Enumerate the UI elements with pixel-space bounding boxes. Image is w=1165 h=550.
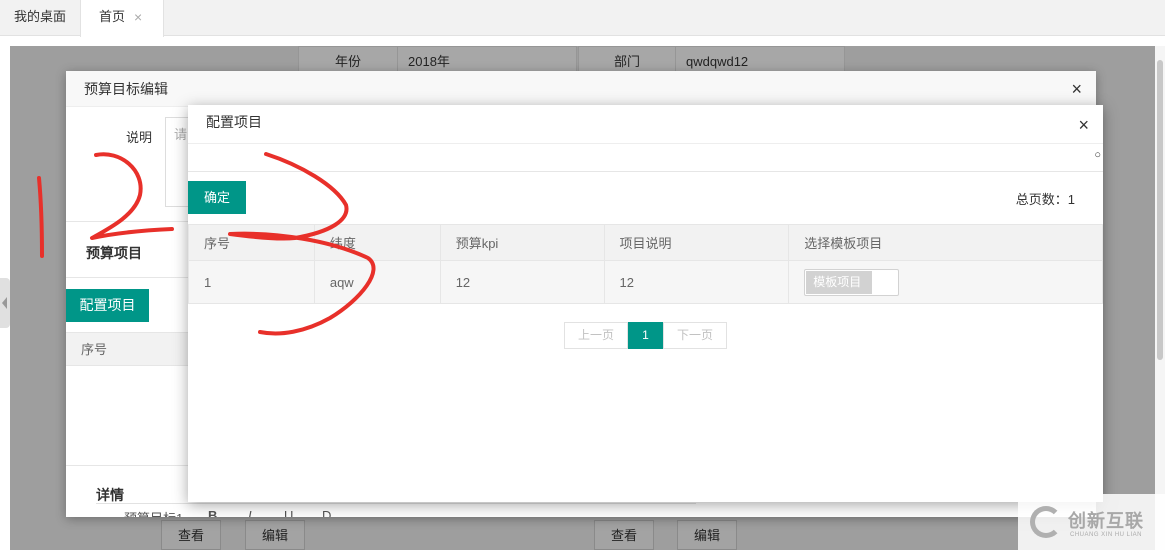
modal-title: 预算目标编辑: [66, 71, 1096, 107]
toggle-label: 模板项目: [806, 270, 873, 294]
col-template: 选择模板项目: [788, 224, 1103, 261]
logo-icon: [1030, 506, 1062, 538]
search-icon[interactable]: ○: [1094, 149, 1101, 161]
close-icon[interactable]: ×: [1078, 116, 1089, 134]
prev-page-button[interactable]: 上一页: [564, 322, 628, 349]
project-table: 序号 纬度 预算kpi 项目说明 选择模板项目 1 aqw 12 12 模板项目: [188, 224, 1103, 304]
section-title: 预算项目: [86, 245, 142, 261]
tab-label: 首页: [99, 9, 126, 24]
sidebar-toggle-icon[interactable]: [0, 278, 10, 328]
bold-icon[interactable]: B: [208, 508, 217, 517]
cell-dimension: aqw: [313, 260, 441, 304]
strike-icon[interactable]: D: [322, 508, 331, 517]
col-kpi: 预算kpi: [439, 224, 605, 261]
search-bar[interactable]: ○: [188, 144, 1103, 172]
desc-label: 说明: [126, 130, 153, 145]
close-icon[interactable]: ×: [134, 0, 142, 34]
editor-toolbar: 预算目标1 B I U D: [96, 503, 696, 517]
cell-seq: 1: [188, 260, 315, 304]
tab-bar: 我的桌面 首页 ×: [0, 0, 1165, 37]
tab-label: 我的桌面: [13, 9, 66, 24]
underline-icon[interactable]: U: [284, 508, 293, 517]
cell-desc: 12: [603, 260, 790, 304]
config-project-button[interactable]: 配置项目: [66, 289, 149, 322]
total-pages: 总页数：1: [1015, 192, 1075, 207]
template-toggle[interactable]: 模板项目: [804, 268, 900, 296]
modal-title: 配置项目: [188, 105, 1103, 144]
page-scrollbar[interactable]: [1155, 46, 1165, 550]
cell-kpi: 12: [439, 260, 605, 304]
scrollbar-thumb[interactable]: [1157, 60, 1163, 360]
table-row[interactable]: 1 aqw 12 12 模板项目: [188, 260, 1103, 304]
close-icon[interactable]: ×: [1071, 80, 1082, 98]
col-seq: 序号: [188, 224, 315, 261]
watermark-text: 创新互联: [1068, 511, 1144, 531]
next-page-button[interactable]: 下一页: [663, 322, 727, 349]
col-dimension: 纬度: [313, 224, 441, 261]
watermark: 创新互联 CHUANG XIN HU LIAN: [1018, 494, 1165, 550]
col-desc: 项目说明: [603, 224, 790, 261]
toolbar-text: 预算目标1: [124, 508, 183, 517]
table-header-row: 序号 纬度 预算kpi 项目说明 选择模板项目: [188, 224, 1103, 261]
tab-my-desktop[interactable]: 我的桌面: [0, 0, 80, 36]
italic-icon[interactable]: I: [248, 508, 252, 517]
tab-home[interactable]: 首页 ×: [80, 0, 164, 37]
confirm-button[interactable]: 确定: [188, 181, 246, 214]
config-project-modal: 配置项目 × ○ 确定 总页数：1 序号 纬度 预算kpi 项目说明 选择模板项…: [188, 105, 1103, 502]
page-1-button[interactable]: 1: [628, 322, 663, 349]
watermark-subtext: CHUANG XIN HU LIAN: [1070, 532, 1143, 538]
cell-template: 模板项目: [788, 260, 1103, 304]
detail-label: 详情: [96, 487, 124, 503]
